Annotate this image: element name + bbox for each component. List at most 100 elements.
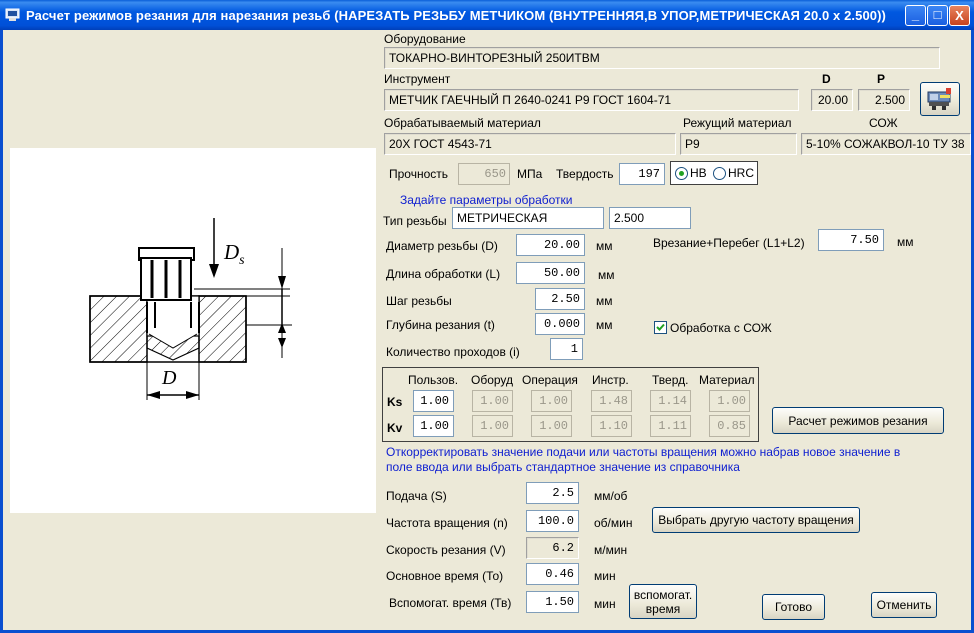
tool-p-label: P: [877, 72, 886, 86]
tool-p-field: 2.500: [858, 89, 910, 111]
pitch-label: Шаг резьбы: [386, 294, 452, 308]
ds-subscript: s: [239, 253, 245, 269]
coolant-label: СОЖ: [869, 116, 898, 130]
close-icon: X: [955, 8, 964, 23]
depth-label: Глубина резания (t): [386, 318, 495, 332]
pitch-input[interactable]: 2.50: [535, 288, 585, 310]
coef-header-2: Операция: [522, 373, 578, 387]
rpm-label: Частота вращения (n): [386, 516, 508, 530]
coolant-checkbox[interactable]: [654, 321, 667, 334]
depth-unit: мм: [596, 318, 613, 332]
length-label: Длина обработки (L): [386, 267, 501, 281]
equipment-field: ТОКАРНО-ВИНТОРЕЗНЫЙ 250ИТВМ: [384, 47, 940, 69]
machine-icon: [927, 88, 951, 110]
hb-radio[interactable]: [675, 167, 688, 180]
calc-button[interactable]: Расчет режимов резания: [772, 407, 944, 434]
tap-drawing: [89, 218, 292, 400]
thread-type-label: Тип резьбы: [383, 214, 447, 228]
cancel-button[interactable]: Отменить: [871, 592, 937, 618]
aux-time-label: Вспомогат. время (Тв): [389, 596, 512, 610]
close-button[interactable]: X: [949, 5, 970, 26]
hardness-scale-group: HB HRC: [670, 161, 758, 185]
tool-select-button[interactable]: [920, 82, 960, 116]
maximize-button[interactable]: □: [927, 5, 948, 26]
kv-label: Kv: [387, 421, 403, 435]
coef-header-5: Материал: [699, 373, 755, 387]
checkmark-icon: [656, 323, 665, 331]
tool-field: МЕТЧИК ГАЕЧНЫЙ П 2640-0241 Р9 ГОСТ 1604-…: [384, 89, 799, 111]
feed-unit: мм/об: [594, 489, 628, 503]
thread-pitch-field[interactable]: 2.500: [609, 207, 691, 229]
aux-time-button[interactable]: вспомогат. время: [629, 584, 697, 619]
app-icon: [5, 7, 20, 22]
coef-header-0: Пользов.: [408, 373, 459, 387]
maximize-icon: □: [933, 7, 942, 22]
kv-user-input[interactable]: 1.00: [413, 415, 454, 437]
material-label: Обрабатываемый материал: [384, 116, 541, 130]
feed-input[interactable]: 2.5: [526, 482, 579, 504]
kv-operation-field: 1.00: [531, 415, 572, 437]
ks-label: Ks: [387, 395, 403, 409]
material-field: 20Х ГОСТ 4543-71: [384, 133, 676, 155]
correction-hint: Откорректировать значение подачи или час…: [386, 445, 901, 474]
equipment-label: Оборудование: [384, 32, 466, 46]
ds-letter: D: [224, 240, 240, 264]
strength-unit: МПа: [517, 167, 543, 181]
d-dimension-label: D: [162, 367, 177, 389]
overrun-label: Врезание+Перебег (L1+L2): [653, 236, 805, 250]
hrc-label: HRC: [728, 166, 754, 180]
ks-equipment-field: 1.00: [472, 390, 513, 412]
speed-field: 6.2: [526, 537, 579, 559]
depth-input[interactable]: 0.000: [535, 313, 585, 335]
overrun-unit: мм: [897, 235, 914, 249]
cutting-material-field: Р9: [680, 133, 797, 155]
speed-label: Скорость резания (V): [386, 543, 506, 557]
diameter-unit: мм: [596, 239, 613, 253]
ks-operation-field: 1.00: [531, 390, 572, 412]
length-input[interactable]: 50.00: [516, 262, 585, 284]
select-rpm-button[interactable]: Выбрать другую частоту вращения: [652, 507, 860, 533]
main-time-unit: мин: [594, 569, 616, 583]
ok-button[interactable]: Готово: [762, 594, 825, 620]
workpiece-right: [198, 295, 247, 363]
tool-d-label: D: [822, 72, 831, 86]
params-hint: Задайте параметры обработки: [400, 193, 573, 207]
ks-user-input[interactable]: 1.00: [413, 390, 454, 412]
radio-dot-icon: [679, 171, 684, 176]
ks-hardness-field: 1.14: [650, 390, 691, 412]
workpiece-left: [89, 295, 148, 363]
ks-material-field: 1.00: [709, 390, 750, 412]
minimize-button[interactable]: _: [905, 5, 926, 26]
length-unit: мм: [598, 268, 615, 282]
passes-label: Количество проходов (i): [386, 345, 520, 359]
pitch-unit: мм: [596, 294, 613, 308]
coolant-check-label: Обработка с СОЖ: [670, 321, 772, 335]
hardness-label: Твердость: [556, 167, 614, 181]
rpm-input[interactable]: 100.0: [526, 510, 579, 532]
main-time-label: Основное время (То): [386, 569, 504, 583]
hardness-input[interactable]: 197: [619, 163, 665, 185]
overrun-input[interactable]: 7.50: [818, 229, 884, 251]
coef-header-1: Оборуд: [471, 373, 514, 387]
hrc-radio[interactable]: [713, 167, 726, 180]
thread-type-field[interactable]: МЕТРИЧЕСКАЯ: [452, 207, 604, 229]
rpm-unit: об/мин: [594, 516, 633, 530]
strength-field: 650: [458, 163, 510, 185]
tool-d-field: 20.00: [811, 89, 853, 111]
speed-unit: м/мин: [594, 543, 628, 557]
passes-input[interactable]: 1: [550, 338, 583, 360]
kv-equipment-field: 1.00: [472, 415, 513, 437]
diameter-input[interactable]: 20.00: [516, 234, 585, 256]
coef-header-4: Тверд.: [652, 373, 689, 387]
title-bar[interactable]: Расчет режимов резания для нарезания рез…: [0, 0, 974, 30]
aux-time-input[interactable]: 1.50: [526, 591, 579, 613]
hb-label: HB: [690, 166, 707, 180]
minimize-icon: _: [911, 7, 920, 22]
ks-tool-field: 1.48: [591, 390, 632, 412]
coolant-field: 5-10% СОЖАКВОЛ-10 ТУ 38: [801, 133, 971, 155]
tap-diagram: Ds D: [10, 148, 376, 513]
coef-header-3: Инстр.: [592, 373, 629, 387]
aux-time-unit: мин: [594, 597, 616, 611]
window-title: Расчет режимов резания для нарезания рез…: [26, 8, 886, 23]
main-time-input[interactable]: 0.46: [526, 563, 579, 585]
